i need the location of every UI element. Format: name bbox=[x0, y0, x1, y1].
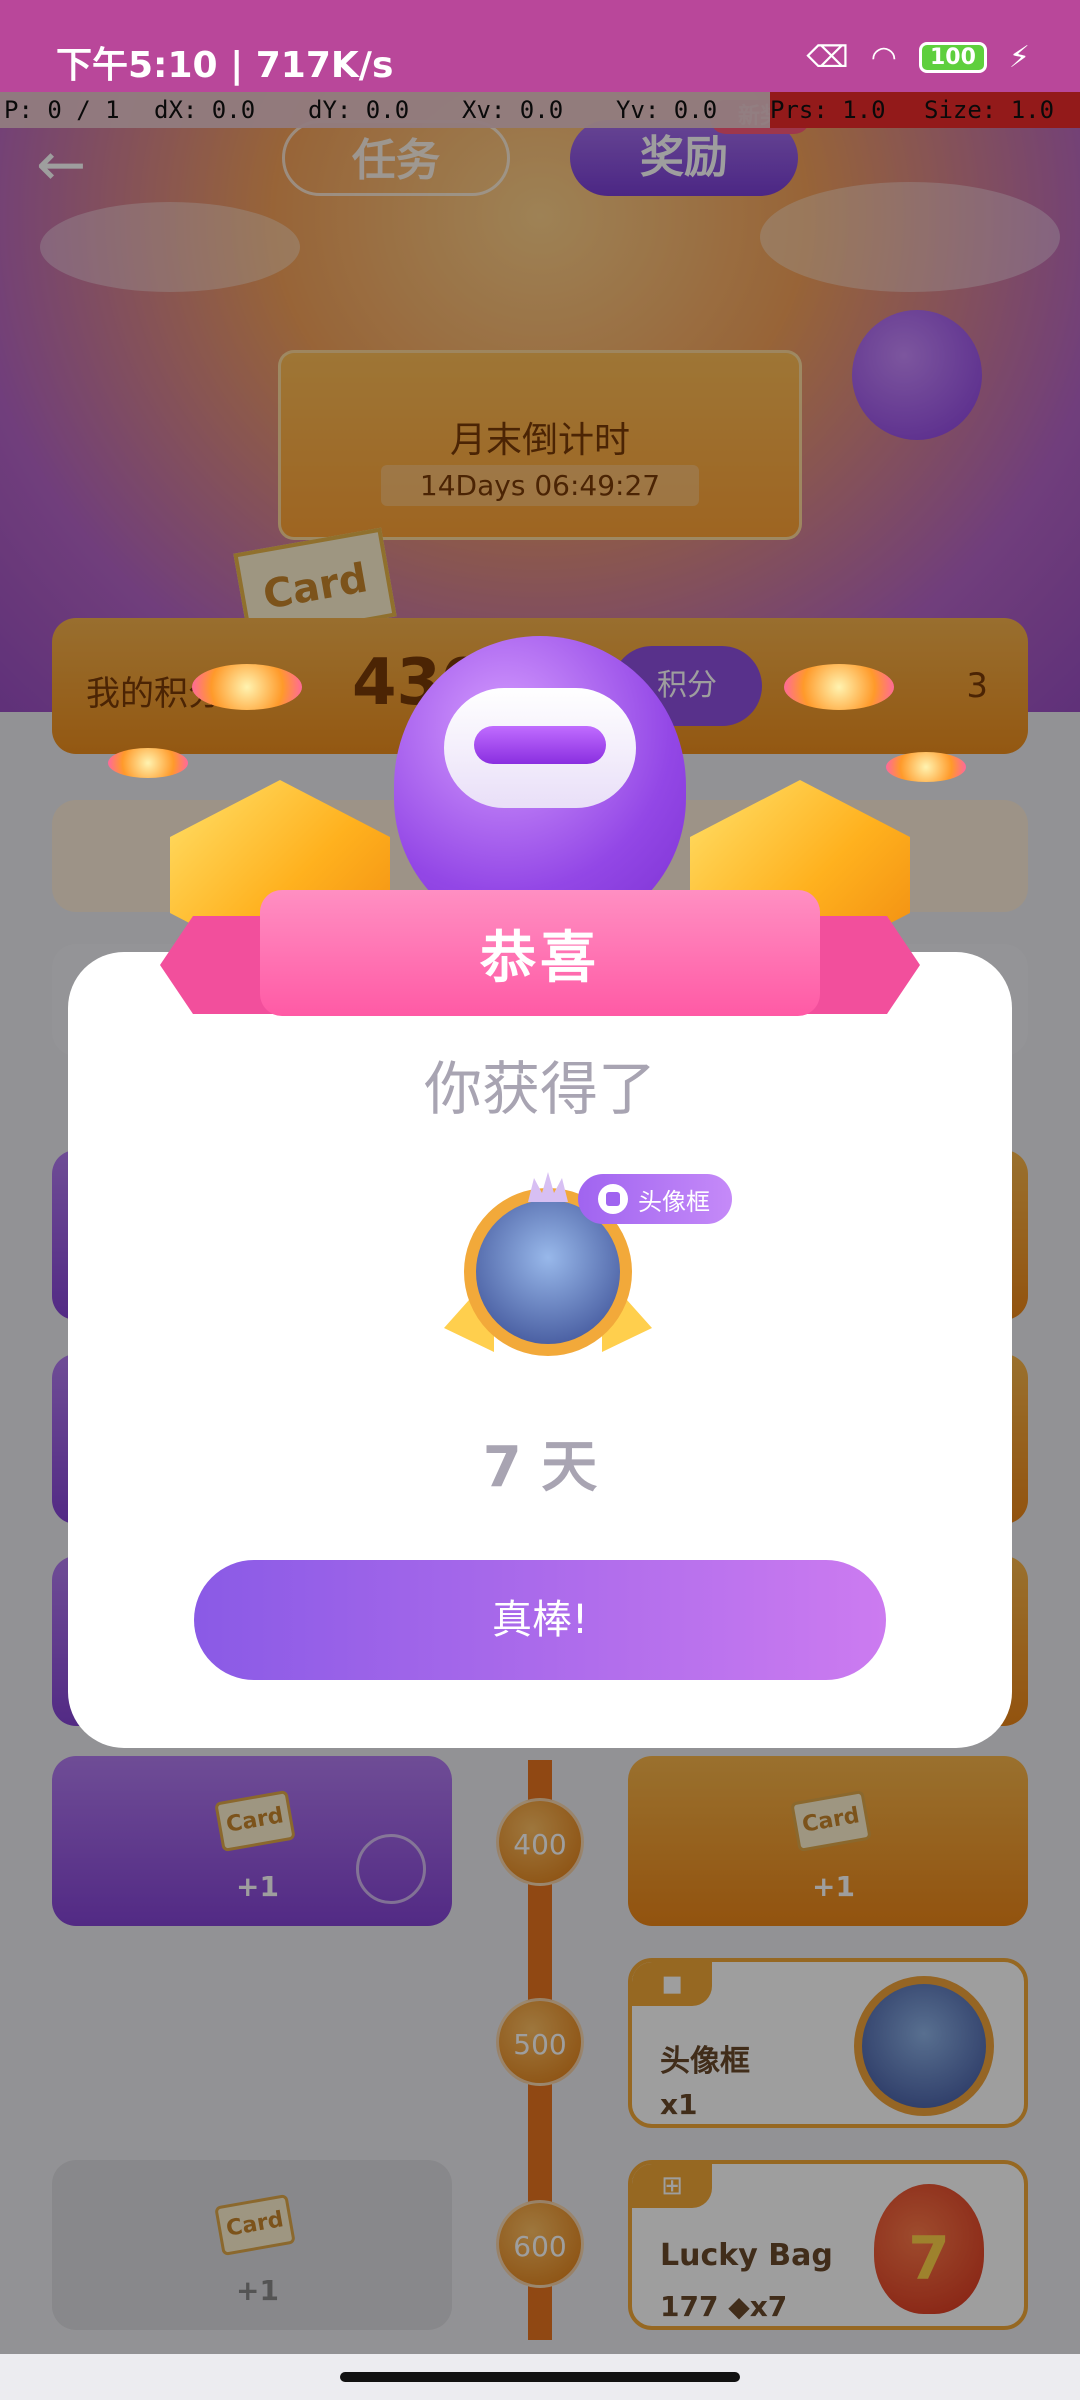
reward-dialog: 你获得了 头像框 7 天 真棒! bbox=[68, 952, 1012, 1748]
charging-icon: ⚡ bbox=[1008, 40, 1030, 75]
confirm-button[interactable]: 真棒! bbox=[194, 1560, 886, 1680]
coin-icon bbox=[784, 664, 894, 710]
crown-icon bbox=[528, 1172, 568, 1202]
coin-icon bbox=[108, 748, 188, 778]
prize-duration: 7 天 bbox=[482, 1435, 598, 1500]
home-indicator[interactable] bbox=[340, 2372, 740, 2382]
coin-icon bbox=[886, 752, 966, 782]
wifi-icon: ◠ bbox=[870, 40, 897, 75]
prize-type-label: 头像框 bbox=[638, 1187, 710, 1216]
dialog-subtitle: 你获得了 bbox=[423, 1055, 656, 1123]
avatar-frame-icon bbox=[598, 1184, 628, 1214]
congrats-ribbon: 恭喜 bbox=[160, 890, 920, 1030]
coin-icon bbox=[192, 664, 302, 710]
congrats-title: 恭喜 bbox=[480, 925, 600, 991]
no-sim-icon: ⌫ bbox=[806, 40, 849, 75]
status-icons: ⌫ ◠ 100 ⚡ bbox=[806, 40, 1030, 75]
status-time-speed: 下午5:10 | 717K/s bbox=[56, 45, 394, 86]
prize-type-badge: 头像框 bbox=[578, 1174, 732, 1224]
status-bar: 下午5:10 | 717K/s ⌫ ◠ 100 ⚡ bbox=[0, 0, 1080, 92]
battery-indicator: 100 bbox=[918, 42, 987, 73]
